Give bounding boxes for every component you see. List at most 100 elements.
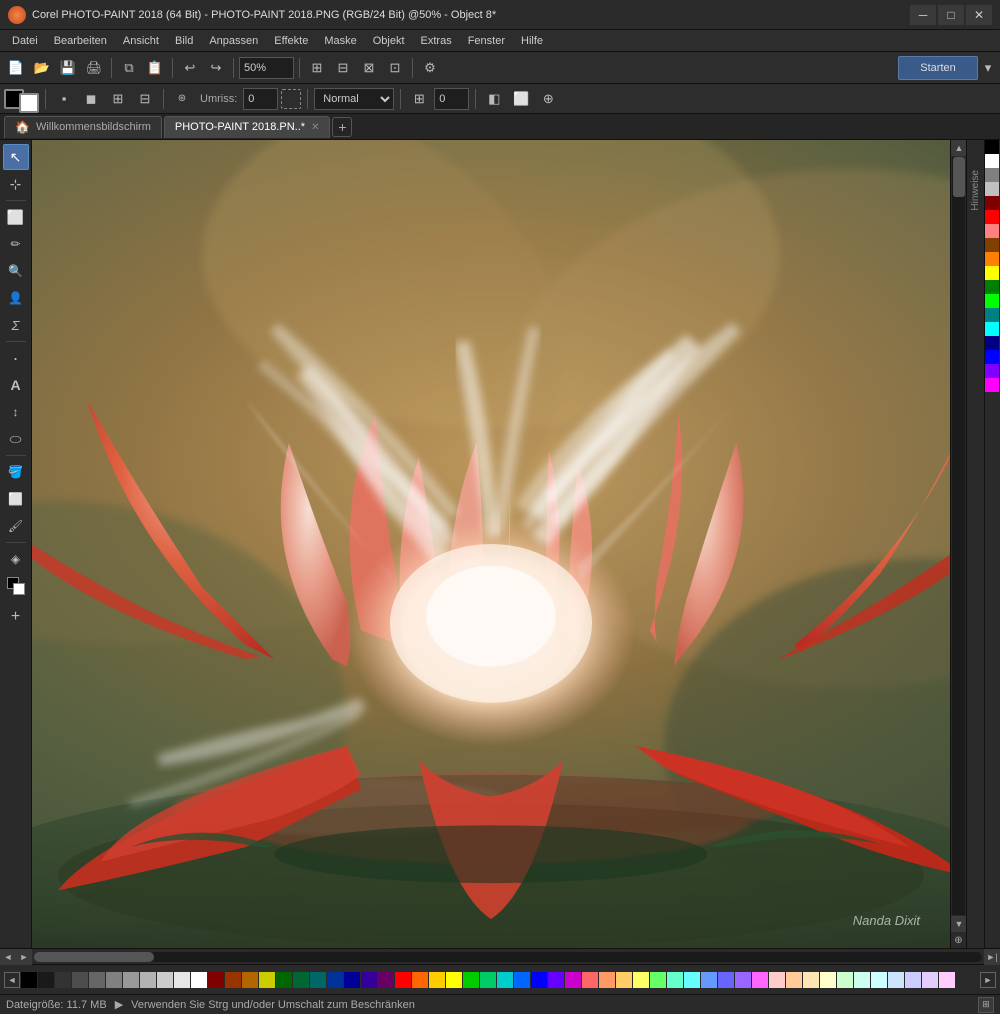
color-swatch-right[interactable] <box>985 210 999 224</box>
menu-item-maske[interactable]: Maske <box>316 33 364 49</box>
copy-button[interactable]: ⧉ <box>117 56 141 80</box>
color-swatch-bottom[interactable] <box>565 972 581 988</box>
scrollbar-track[interactable] <box>952 157 965 915</box>
color-swatch-bottom[interactable] <box>905 972 921 988</box>
scroll-down-button[interactable]: ▼ <box>951 916 967 932</box>
color-swatch-bottom[interactable] <box>174 972 190 988</box>
menu-item-anpassen[interactable]: Anpassen <box>201 33 266 49</box>
color-swatch-bottom[interactable] <box>21 972 37 988</box>
color-swatch-right[interactable] <box>985 196 999 210</box>
menu-item-datei[interactable]: Datei <box>4 33 46 49</box>
color-swatch-right[interactable] <box>985 364 999 378</box>
zoom-icon[interactable]: ⊕ <box>952 933 964 948</box>
hscroll-left-button[interactable]: ◄ <box>0 949 16 965</box>
color-swatch-bottom[interactable] <box>684 972 700 988</box>
color-swatch-bottom[interactable] <box>72 972 88 988</box>
print-button[interactable]: 🖨 <box>82 56 106 80</box>
color-swatch-bottom[interactable] <box>939 972 955 988</box>
color-swatch-right[interactable] <box>985 266 999 280</box>
opacity-btn[interactable]: ⊞ <box>407 87 431 111</box>
tool-fill[interactable]: 🪣 <box>3 459 29 485</box>
color-swatch-bottom[interactable] <box>497 972 513 988</box>
color-swatch-bottom[interactable] <box>242 972 258 988</box>
paste-button[interactable]: 📋 <box>143 56 167 80</box>
tool-transform[interactable]: ⊹ <box>3 171 29 197</box>
menu-item-fenster[interactable]: Fenster <box>460 33 513 49</box>
color-swatch-bottom[interactable] <box>225 972 241 988</box>
brush-style1[interactable]: ▪ <box>52 87 76 111</box>
brush-custom[interactable]: ⊞ <box>106 87 130 111</box>
maximize-button[interactable]: □ <box>938 5 964 25</box>
color-swatch-bottom[interactable] <box>412 972 428 988</box>
tool-sigma[interactable]: Σ <box>3 312 29 338</box>
color-swatch-bottom[interactable] <box>820 972 836 988</box>
settings-button[interactable]: ⚙ <box>418 56 442 80</box>
menu-item-bearbeiten[interactable]: Bearbeiten <box>46 33 115 49</box>
color-swatch-bottom[interactable] <box>480 972 496 988</box>
tool-effect[interactable]: ◈ <box>3 546 29 572</box>
color-swatch-right[interactable] <box>985 154 999 168</box>
tab-welcome[interactable]: 🏠 Willkommensbildschirm <box>4 116 162 138</box>
color-swatch-right[interactable] <box>985 322 999 336</box>
color-swatch-bottom[interactable] <box>650 972 666 988</box>
color-swatch-bottom[interactable] <box>140 972 156 988</box>
undo-button[interactable]: ↩ <box>178 56 202 80</box>
color-swatch-bottom[interactable] <box>123 972 139 988</box>
color-swatch-bottom[interactable] <box>854 972 870 988</box>
color-swatch-bottom[interactable] <box>344 972 360 988</box>
hscroll-track[interactable] <box>34 952 982 962</box>
add-btn[interactable]: ⊕ <box>536 87 560 111</box>
hscroll-right-button[interactable]: ► <box>16 949 32 965</box>
tool-select[interactable]: ↖ <box>3 144 29 170</box>
tool-person[interactable]: 👤 <box>3 285 29 311</box>
new-button[interactable]: 📄 <box>4 56 28 80</box>
redo-button[interactable]: ↪ <box>204 56 228 80</box>
color-swatch-bottom[interactable] <box>38 972 54 988</box>
scroll-up-button[interactable]: ▲ <box>951 140 967 156</box>
layer-btn[interactable]: ⬜ <box>509 87 533 111</box>
color-swatch-bottom[interactable] <box>208 972 224 988</box>
minimize-button[interactable]: ─ <box>910 5 936 25</box>
color-swatch-bottom[interactable] <box>395 972 411 988</box>
color-swatch-bottom[interactable] <box>888 972 904 988</box>
tb-icon2[interactable]: ⊟ <box>331 56 355 80</box>
hscroll-thumb[interactable] <box>34 952 154 962</box>
color-swatch-right[interactable] <box>985 378 999 392</box>
tab-add-button[interactable]: + <box>332 117 352 137</box>
color-swatch-right[interactable] <box>985 140 999 154</box>
tb-icon3[interactable]: ⊠ <box>357 56 381 80</box>
canvas-area[interactable]: Nanda Dixit <box>32 140 950 948</box>
tool-rect2[interactable]: ⬜ <box>3 486 29 512</box>
tool-fg-bg[interactable] <box>3 573 29 599</box>
color-swatch-bottom[interactable] <box>531 972 547 988</box>
color-swatch-right[interactable] <box>985 294 999 308</box>
tool-add[interactable]: + <box>3 604 29 630</box>
color-swatch-bottom[interactable] <box>259 972 275 988</box>
tool-brush[interactable]: 🖌 <box>3 513 29 539</box>
color-swatch-bottom[interactable] <box>361 972 377 988</box>
tool-ellipse[interactable]: ⬭ <box>3 426 29 452</box>
brush-option[interactable]: ⊟ <box>133 87 157 111</box>
menu-item-extras[interactable]: Extras <box>413 33 460 49</box>
color-swatch-bottom[interactable] <box>786 972 802 988</box>
color-swatch-bottom[interactable] <box>718 972 734 988</box>
close-button[interactable]: ✕ <box>966 5 992 25</box>
menu-item-effekte[interactable]: Effekte <box>266 33 316 49</box>
scrollbar-thumb[interactable] <box>953 157 965 197</box>
menu-item-objekt[interactable]: Objekt <box>365 33 413 49</box>
open-button[interactable]: 📂 <box>30 56 54 80</box>
save-button[interactable]: 💾 <box>56 56 80 80</box>
tool-paint[interactable]: ✏ <box>3 231 29 257</box>
color-swatch-bottom[interactable] <box>327 972 343 988</box>
color-swatch-bottom[interactable] <box>446 972 462 988</box>
hscroll-end-button[interactable]: ►| <box>984 949 1000 965</box>
tab-document[interactable]: PHOTO-PAINT 2018.PN..* ✕ <box>164 116 331 138</box>
color-swatch-right[interactable] <box>985 238 999 252</box>
color-swatch-right[interactable] <box>985 350 999 364</box>
color-swatch-bottom[interactable] <box>548 972 564 988</box>
brush-style2[interactable]: ◼ <box>79 87 103 111</box>
color-swatch-right[interactable] <box>985 168 999 182</box>
outline-color[interactable] <box>281 89 301 109</box>
lock-alpha-btn[interactable]: ◧ <box>482 87 506 111</box>
menu-item-ansicht[interactable]: Ansicht <box>115 33 167 49</box>
